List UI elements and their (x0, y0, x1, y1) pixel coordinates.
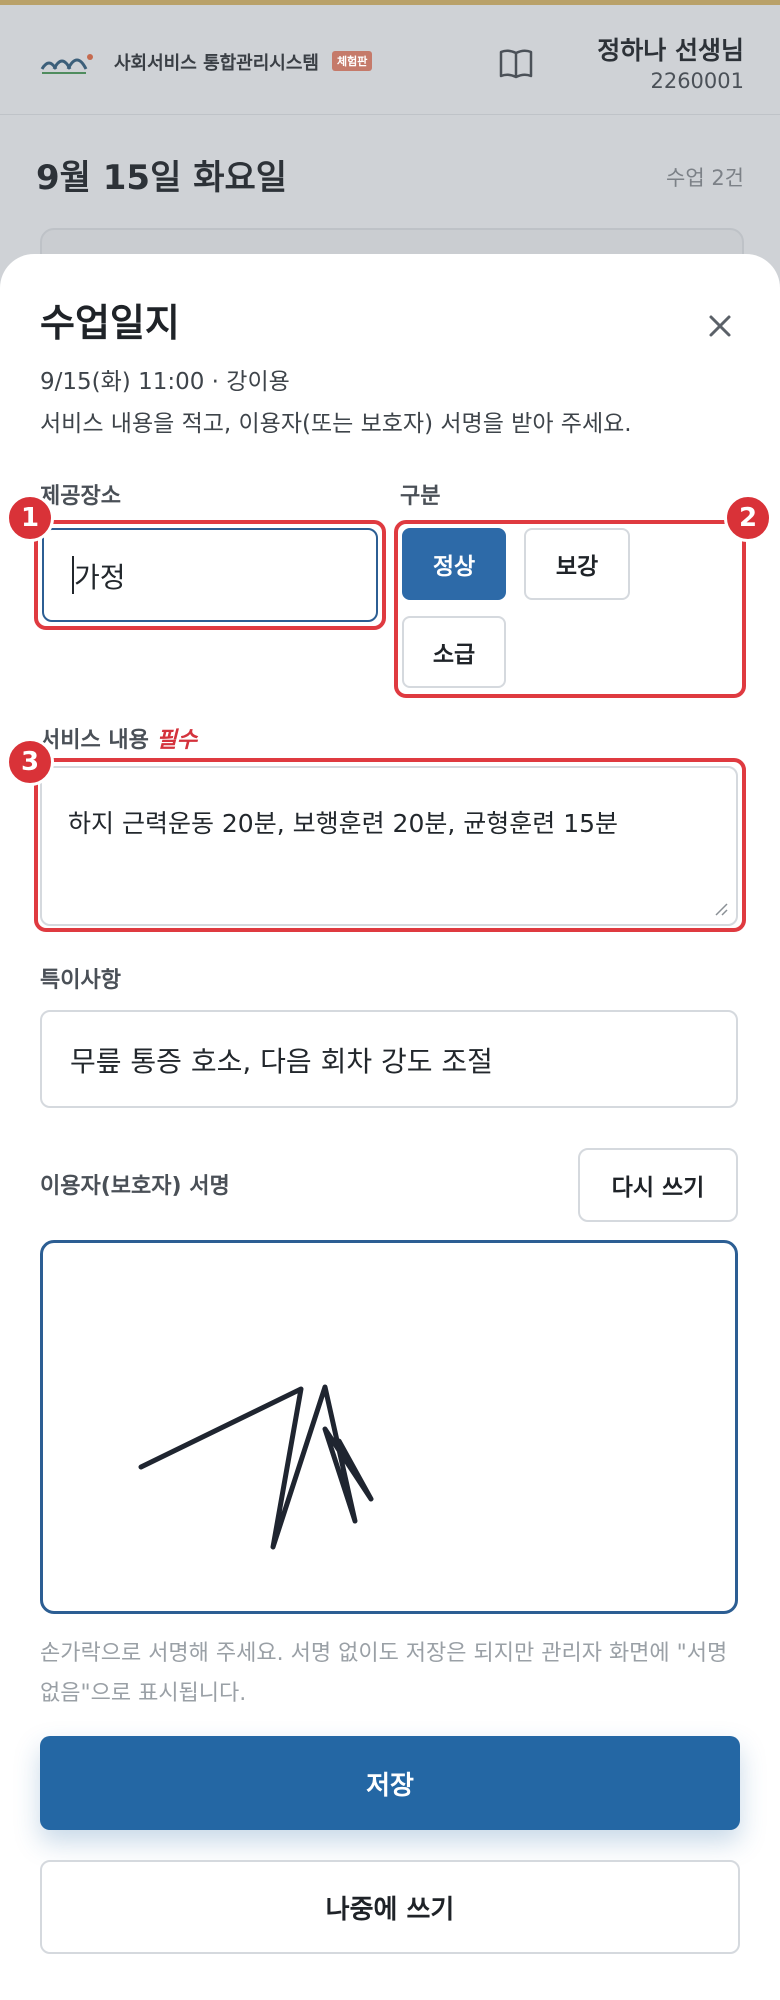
type-option-makeup[interactable]: 보강 (524, 528, 630, 600)
app-name: 사회서비스 통합관리시스템 (114, 53, 319, 74)
service-textarea[interactable]: 하지 근력운동 20분, 보행훈련 20분, 균형훈련 15분 (40, 766, 738, 926)
app-header: 사회서비스 통합관리시스템 체험판 정하나 선생님 2260001 (0, 5, 780, 115)
logo-icon (40, 54, 93, 74)
rewrite-button[interactable]: 다시 쓰기 (578, 1148, 738, 1222)
date-title: 9월 15일 화요일 (36, 158, 288, 198)
notes-value: 무릎 통증 호소, 다음 회차 강도 조절 (70, 1045, 493, 1078)
lesson-log-sheet: 수업일지 9/15(화) 11:00 · 강이용 서비스 내용을 적고, 이용자… (0, 254, 780, 2000)
annotation-marker-2: 2 (724, 494, 772, 542)
place-input[interactable]: 가정 (42, 528, 378, 622)
sheet-title: 수업일지 (40, 301, 180, 345)
demo-badge: 체험판 (332, 51, 373, 71)
signature-stroke (138, 1384, 374, 1550)
lesson-meta: 9/15(화) 11:00 · 강이용 (40, 369, 290, 395)
user-id: 2260001 (650, 69, 744, 93)
save-button[interactable]: 저장 (40, 1736, 740, 1830)
close-icon[interactable] (698, 304, 742, 348)
instructions: 서비스 내용을 적고, 이용자(또는 보호자) 서명을 받아 주세요. (40, 411, 632, 437)
required-mark: 필수 (156, 728, 198, 753)
place-label: 제공장소 (40, 484, 121, 509)
service-value: 하지 근력운동 20분, 보행훈련 20분, 균형훈련 15분 (68, 809, 619, 838)
service-label-text: 서비스 내용 (40, 728, 149, 753)
user-name: 정하나 선생님 (597, 36, 744, 65)
signature-hint: 손가락으로 서명해 주세요. 서명 없이도 저장은 되지만 관리자 화면에 "서… (40, 1641, 728, 1706)
signature-label: 이용자(보호자) 서명 (40, 1174, 230, 1199)
type-option-normal[interactable]: 정상 (402, 528, 506, 600)
service-label: 서비스 내용 필수 (40, 722, 197, 754)
lesson-count: 수업 2건 (666, 166, 744, 190)
type-label: 구분 (400, 484, 441, 509)
type-option-retro[interactable]: 소급 (402, 616, 506, 688)
resize-handle-icon[interactable] (712, 900, 728, 916)
place-value: 가정 (74, 561, 126, 594)
signature-pad[interactable] (40, 1240, 738, 1614)
notes-input[interactable]: 무릎 통증 호소, 다음 회차 강도 조절 (40, 1010, 738, 1108)
write-later-button[interactable]: 나중에 쓰기 (40, 1860, 740, 1954)
notes-label: 특이사항 (40, 968, 121, 993)
book-icon[interactable] (498, 47, 534, 81)
annotation-marker-1: 1 (6, 494, 54, 542)
annotation-marker-3: 3 (6, 738, 54, 786)
